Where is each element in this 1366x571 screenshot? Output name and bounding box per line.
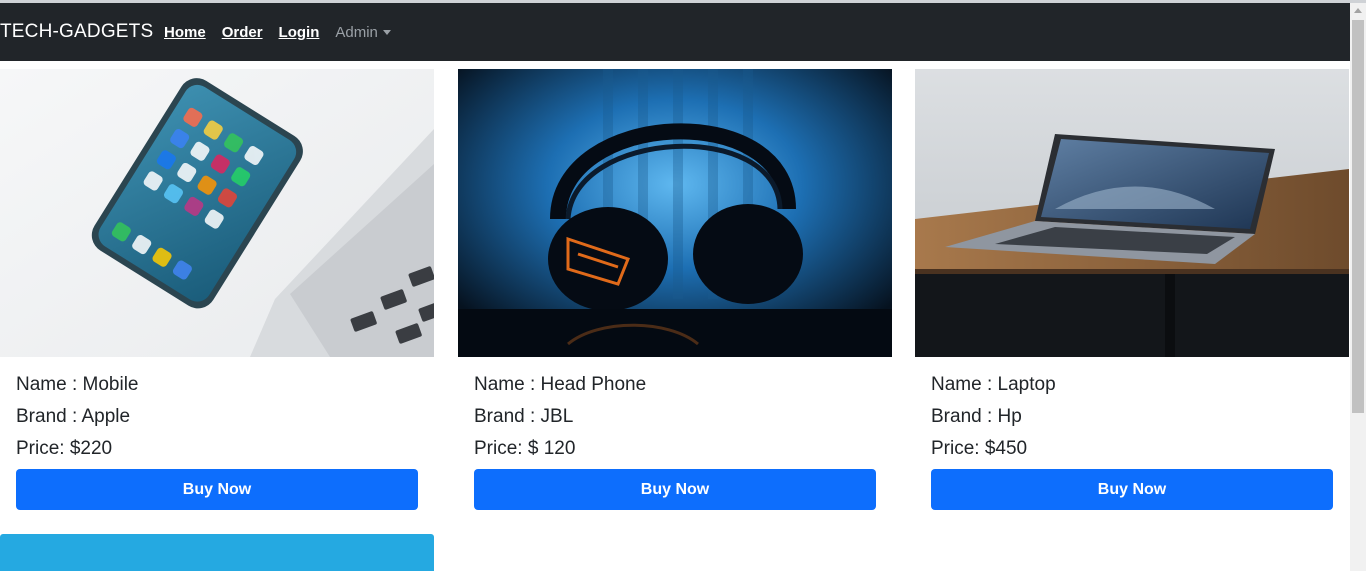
buy-now-button[interactable]: Buy Now bbox=[16, 469, 418, 510]
admin-dropdown-label: Admin bbox=[335, 23, 378, 41]
product-card-body: Name : Mobile Brand : Apple Price: $220 … bbox=[16, 369, 418, 510]
product-card-partial bbox=[0, 534, 434, 571]
nav-link-order[interactable]: Order bbox=[222, 24, 263, 41]
page-scrollbar[interactable] bbox=[1350, 3, 1366, 571]
product-name: Name : Laptop bbox=[931, 374, 1056, 395]
admin-dropdown[interactable]: Admin bbox=[335, 24, 391, 41]
product-image-mobile bbox=[0, 69, 434, 357]
buy-now-button[interactable]: Buy Now bbox=[931, 469, 1333, 510]
product-price: Price: $ 120 bbox=[474, 438, 576, 459]
product-name: Name : Mobile bbox=[16, 374, 139, 395]
scroll-up-arrow-icon[interactable] bbox=[1354, 8, 1362, 13]
product-price: Price: $220 bbox=[16, 438, 113, 459]
product-brand: Brand : Hp bbox=[931, 406, 1022, 427]
product-card-laptop: Name : Laptop Brand : Hp Price: $450 Buy… bbox=[915, 69, 1349, 529]
product-brand: Brand : Apple bbox=[16, 406, 131, 427]
product-card-headphone: Name : Head Phone Brand : JBL Price: $ 1… bbox=[458, 69, 892, 529]
scrollbar-thumb[interactable] bbox=[1352, 20, 1364, 413]
caret-down-icon bbox=[382, 29, 391, 35]
nav-link-home[interactable]: Home bbox=[164, 24, 206, 41]
product-card-mobile: Name : Mobile Brand : Apple Price: $220 … bbox=[0, 69, 434, 529]
product-name: Name : Head Phone bbox=[474, 374, 647, 395]
product-price: Price: $450 bbox=[931, 438, 1028, 459]
brand-logo-text[interactable]: TECH-GADGETS bbox=[0, 3, 153, 61]
product-card-body: Name : Laptop Brand : Hp Price: $450 Buy… bbox=[931, 369, 1333, 510]
product-image-headphone bbox=[458, 69, 892, 357]
product-brand: Brand : JBL bbox=[474, 406, 574, 427]
navbar: TECH-GADGETS Home Order Login Admin bbox=[0, 3, 1350, 61]
buy-now-button[interactable]: Buy Now bbox=[474, 469, 876, 510]
nav-links: Home Order Login Admin bbox=[164, 3, 391, 61]
product-card-body: Name : Head Phone Brand : JBL Price: $ 1… bbox=[474, 369, 876, 510]
product-image-laptop bbox=[915, 69, 1349, 357]
nav-link-login[interactable]: Login bbox=[279, 24, 320, 41]
